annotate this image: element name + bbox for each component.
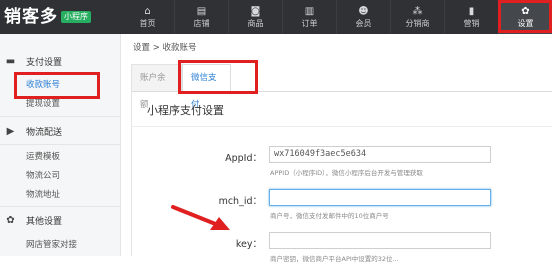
sidebar-item-logistics-company[interactable]: 物流公司: [26, 169, 60, 183]
nav-products[interactable]: ◙ 商品: [229, 0, 283, 34]
nav-shop[interactable]: ▤ 店铺: [175, 0, 229, 34]
appid-input[interactable]: wx716049f3aec5e634: [269, 146, 491, 163]
user-icon: ☻: [358, 5, 369, 17]
nav-label: 首页: [139, 18, 156, 28]
nav-label: 会员: [355, 18, 372, 28]
mch-id-input[interactable]: [269, 189, 491, 206]
chart-icon: ▮: [468, 5, 475, 17]
nav-label: 设置: [517, 18, 534, 28]
divider: [0, 116, 120, 117]
card-icon: ▬: [5, 55, 16, 67]
brand-name: 销客多: [4, 7, 58, 27]
sidebar-group-logistics[interactable]: ▶ 物流配送: [0, 122, 120, 140]
logo[interactable]: 销客多 小程序: [4, 6, 91, 28]
tab-bar: 账户余额 微信支付: [131, 64, 552, 110]
arrow-annotation-icon: [171, 205, 230, 230]
shop-icon: ▤: [196, 5, 207, 17]
divider: [132, 126, 552, 127]
sidebar-item-shipping-template[interactable]: 运费模板: [26, 150, 60, 164]
divider: [0, 144, 120, 145]
sidebar: ▬ 支付设置 收款账号 提现设置 ▶ 物流配送 运费模板 物流公司 物流地址 ✿…: [0, 34, 121, 256]
sidebar-group-label: 支付设置: [26, 57, 63, 68]
key-input[interactable]: [269, 232, 491, 249]
panel-title: 小程序支付设置: [147, 104, 224, 117]
nav-home[interactable]: ⌂ 首页: [121, 0, 175, 34]
key-label: key：: [235, 239, 262, 250]
nav-orders[interactable]: ▥ 订单: [283, 0, 337, 34]
nav-marketing[interactable]: ▮ 营销: [445, 0, 499, 34]
breadcrumb: 设置 > 收款账号: [133, 43, 197, 53]
nav-members[interactable]: ☻ 会员: [337, 0, 391, 34]
sidebar-item-payment-account[interactable]: 收款账号: [26, 78, 60, 92]
gear-icon: ✿: [521, 5, 530, 17]
gear-icon: ✿: [6, 214, 15, 226]
sidebar-group-payment[interactable]: ▬ 支付设置: [0, 52, 120, 70]
mch-id-help: 商户号，微信支付发邮件中的10位商户号: [270, 212, 389, 220]
tab-wechat-pay[interactable]: 微信支付: [182, 64, 231, 110]
sidebar-item-logistics-address[interactable]: 物流地址: [26, 188, 60, 202]
top-navbar: 销客多 小程序 ⌂ 首页 ▤ 店铺 ◙ 商品 ▥ 订单 ☻ 会员 ⁂ 分销商 ▮: [0, 0, 552, 34]
sidebar-group-label: 物流配送: [26, 127, 63, 138]
appid-label: AppId：: [225, 153, 262, 164]
sidebar-item-withdraw-settings[interactable]: 提现设置: [26, 97, 60, 111]
home-icon: ⌂: [144, 5, 151, 17]
divider: [0, 206, 120, 207]
nav-label: 营销: [463, 18, 480, 28]
order-icon: ▥: [304, 5, 315, 17]
appid-help: APPID（小程序ID），微信小程序后台开发与管理获取: [270, 169, 423, 177]
mini-program-badge: 小程序: [61, 11, 91, 23]
nav-label: 店铺: [193, 18, 210, 28]
nav-label: 商品: [247, 18, 264, 28]
network-icon: ⁂: [412, 5, 423, 17]
tab-account-balance[interactable]: 账户余额: [131, 64, 182, 110]
sidebar-group-label: 其他设置: [26, 216, 63, 227]
sidebar-group-other[interactable]: ✿ 其他设置: [0, 211, 120, 229]
bag-icon: ◙: [250, 5, 261, 17]
nav-label: 订单: [301, 18, 318, 28]
nav-label: 分销商: [405, 18, 430, 28]
nav-settings[interactable]: ✿ 设置: [499, 0, 552, 34]
truck-icon: ▶: [6, 125, 15, 137]
key-help: 商户密钥，微信商户平台API中设置的32位...: [270, 255, 399, 263]
nav-distributors[interactable]: ⁂ 分销商: [391, 0, 445, 34]
sidebar-item-shop-manager[interactable]: 网店管家对接: [26, 238, 77, 252]
main-nav: ⌂ 首页 ▤ 店铺 ◙ 商品 ▥ 订单 ☻ 会员 ⁂ 分销商 ▮ 营销 ✿ 设置: [121, 0, 552, 34]
